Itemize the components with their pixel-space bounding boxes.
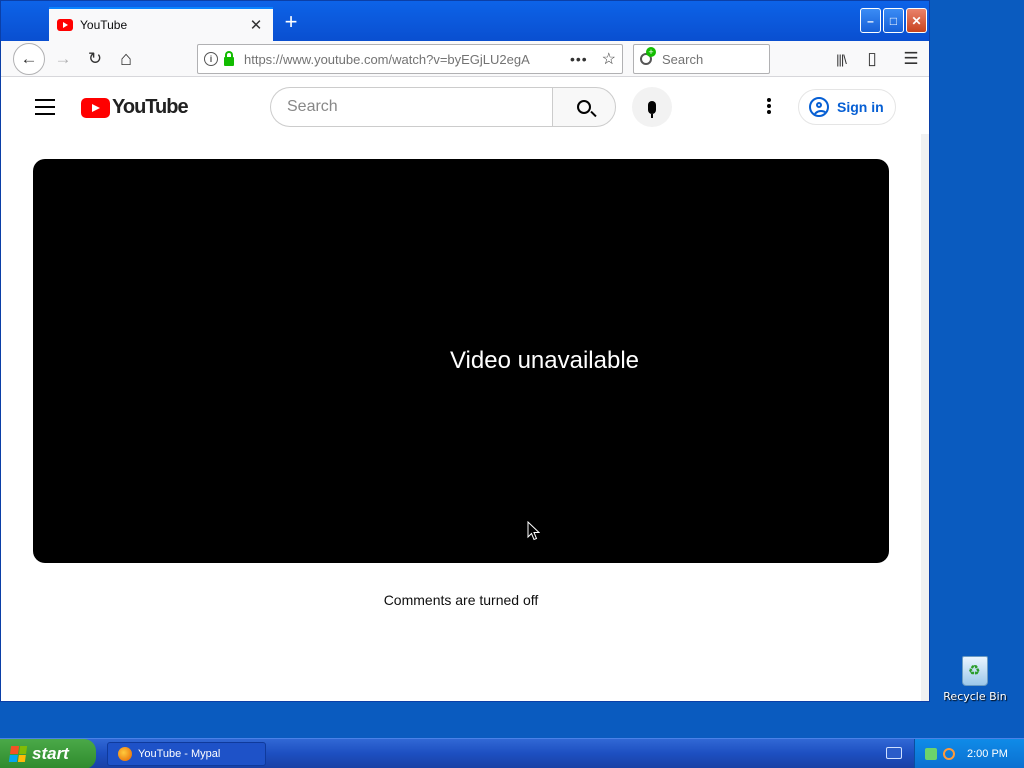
library-icon[interactable]: |||\ — [827, 45, 855, 73]
clock[interactable]: 2:00 PM — [967, 748, 1008, 760]
url-text[interactable]: https://www.youtube.com/watch?v=byEGjLU2… — [244, 52, 570, 67]
reload-button[interactable]: ↻ — [81, 45, 109, 73]
tab-close-icon[interactable]: ✕ — [247, 16, 265, 34]
sign-in-label: Sign in — [837, 99, 884, 115]
forward-button[interactable]: → — [49, 45, 77, 73]
youtube-wordmark: YouTube — [112, 96, 189, 118]
recycle-bin-shortcut[interactable]: Recycle Bin — [942, 656, 1008, 703]
microphone-icon — [648, 100, 656, 118]
page-actions-icon[interactable]: ••• — [570, 51, 588, 67]
browser-window: YouTube ✕ + – □ ✕ ← → ↻ ⌂ i https://www.… — [0, 0, 930, 702]
search-icon — [577, 100, 591, 114]
page-scrollbar[interactable] — [921, 134, 929, 701]
url-bar[interactable]: i https://www.youtube.com/watch?v=byEGjL… — [197, 44, 623, 74]
user-avatar-icon — [809, 97, 829, 117]
bookmark-star-icon[interactable]: ☆ — [602, 49, 616, 69]
taskbar: start YouTube - Mypal 2:00 PM — [0, 738, 1024, 768]
voice-search-button[interactable] — [632, 87, 672, 127]
youtube-search-placeholder: Search — [287, 98, 338, 115]
browser-app-icon — [118, 747, 132, 761]
start-label: start — [32, 744, 69, 763]
keyboard-layout-icon[interactable] — [886, 747, 902, 759]
recycle-bin-label: Recycle Bin — [943, 690, 1007, 703]
taskbar-item-browser[interactable]: YouTube - Mypal — [107, 742, 266, 766]
comments-status: Comments are turned off — [383, 592, 539, 608]
browser-search-bar[interactable]: Search — [633, 44, 770, 74]
navigation-toolbar: ← → ↻ ⌂ i https://www.youtube.com/watch?… — [1, 41, 929, 77]
close-window-button[interactable]: ✕ — [906, 8, 927, 33]
youtube-logo[interactable]: YouTube — [81, 96, 189, 119]
youtube-favicon-icon — [57, 19, 73, 31]
sign-in-button[interactable]: Sign in — [798, 89, 896, 125]
browser-search-placeholder: Search — [662, 51, 704, 67]
window-controls: – □ ✕ — [860, 8, 927, 33]
network-icon[interactable] — [925, 748, 937, 760]
windows-flag-icon — [8, 746, 28, 762]
tab-title: YouTube — [80, 18, 128, 32]
back-button[interactable]: ← — [13, 43, 45, 75]
guide-menu-icon[interactable] — [35, 99, 55, 120]
youtube-search-input[interactable]: Search — [270, 87, 552, 127]
minimize-button[interactable]: – — [860, 8, 881, 33]
home-button[interactable]: ⌂ — [112, 45, 140, 73]
tab-bar: YouTube ✕ + – □ ✕ — [1, 1, 929, 41]
tab-youtube[interactable]: YouTube ✕ — [49, 7, 273, 41]
new-tab-button[interactable]: + — [279, 9, 303, 35]
start-button[interactable]: start — [0, 739, 96, 768]
system-tray: 2:00 PM — [914, 739, 1024, 768]
security-tray-icon[interactable] — [943, 748, 955, 760]
mouse-cursor-icon — [527, 521, 540, 541]
video-player[interactable]: Video unavailable — [33, 159, 889, 563]
site-info-icon[interactable]: i — [204, 52, 218, 66]
secure-lock-icon — [224, 50, 234, 66]
youtube-page: YouTube Search Sign in Video unavailable… — [1, 78, 929, 701]
youtube-play-icon — [81, 97, 110, 118]
youtube-search-button[interactable] — [552, 87, 616, 127]
youtube-header: YouTube Search Sign in — [1, 78, 929, 134]
recycle-bin-icon — [962, 656, 988, 686]
taskbar-item-label: YouTube - Mypal — [138, 748, 221, 760]
sidebar-toggle-icon[interactable]: ▯ — [858, 45, 886, 73]
player-error-message: Video unavailable — [449, 347, 640, 374]
more-options-icon[interactable] — [767, 98, 771, 116]
search-engine-icon — [640, 47, 656, 65]
maximize-button[interactable]: □ — [883, 8, 904, 33]
browser-menu-icon[interactable]: ☰ — [897, 45, 925, 73]
